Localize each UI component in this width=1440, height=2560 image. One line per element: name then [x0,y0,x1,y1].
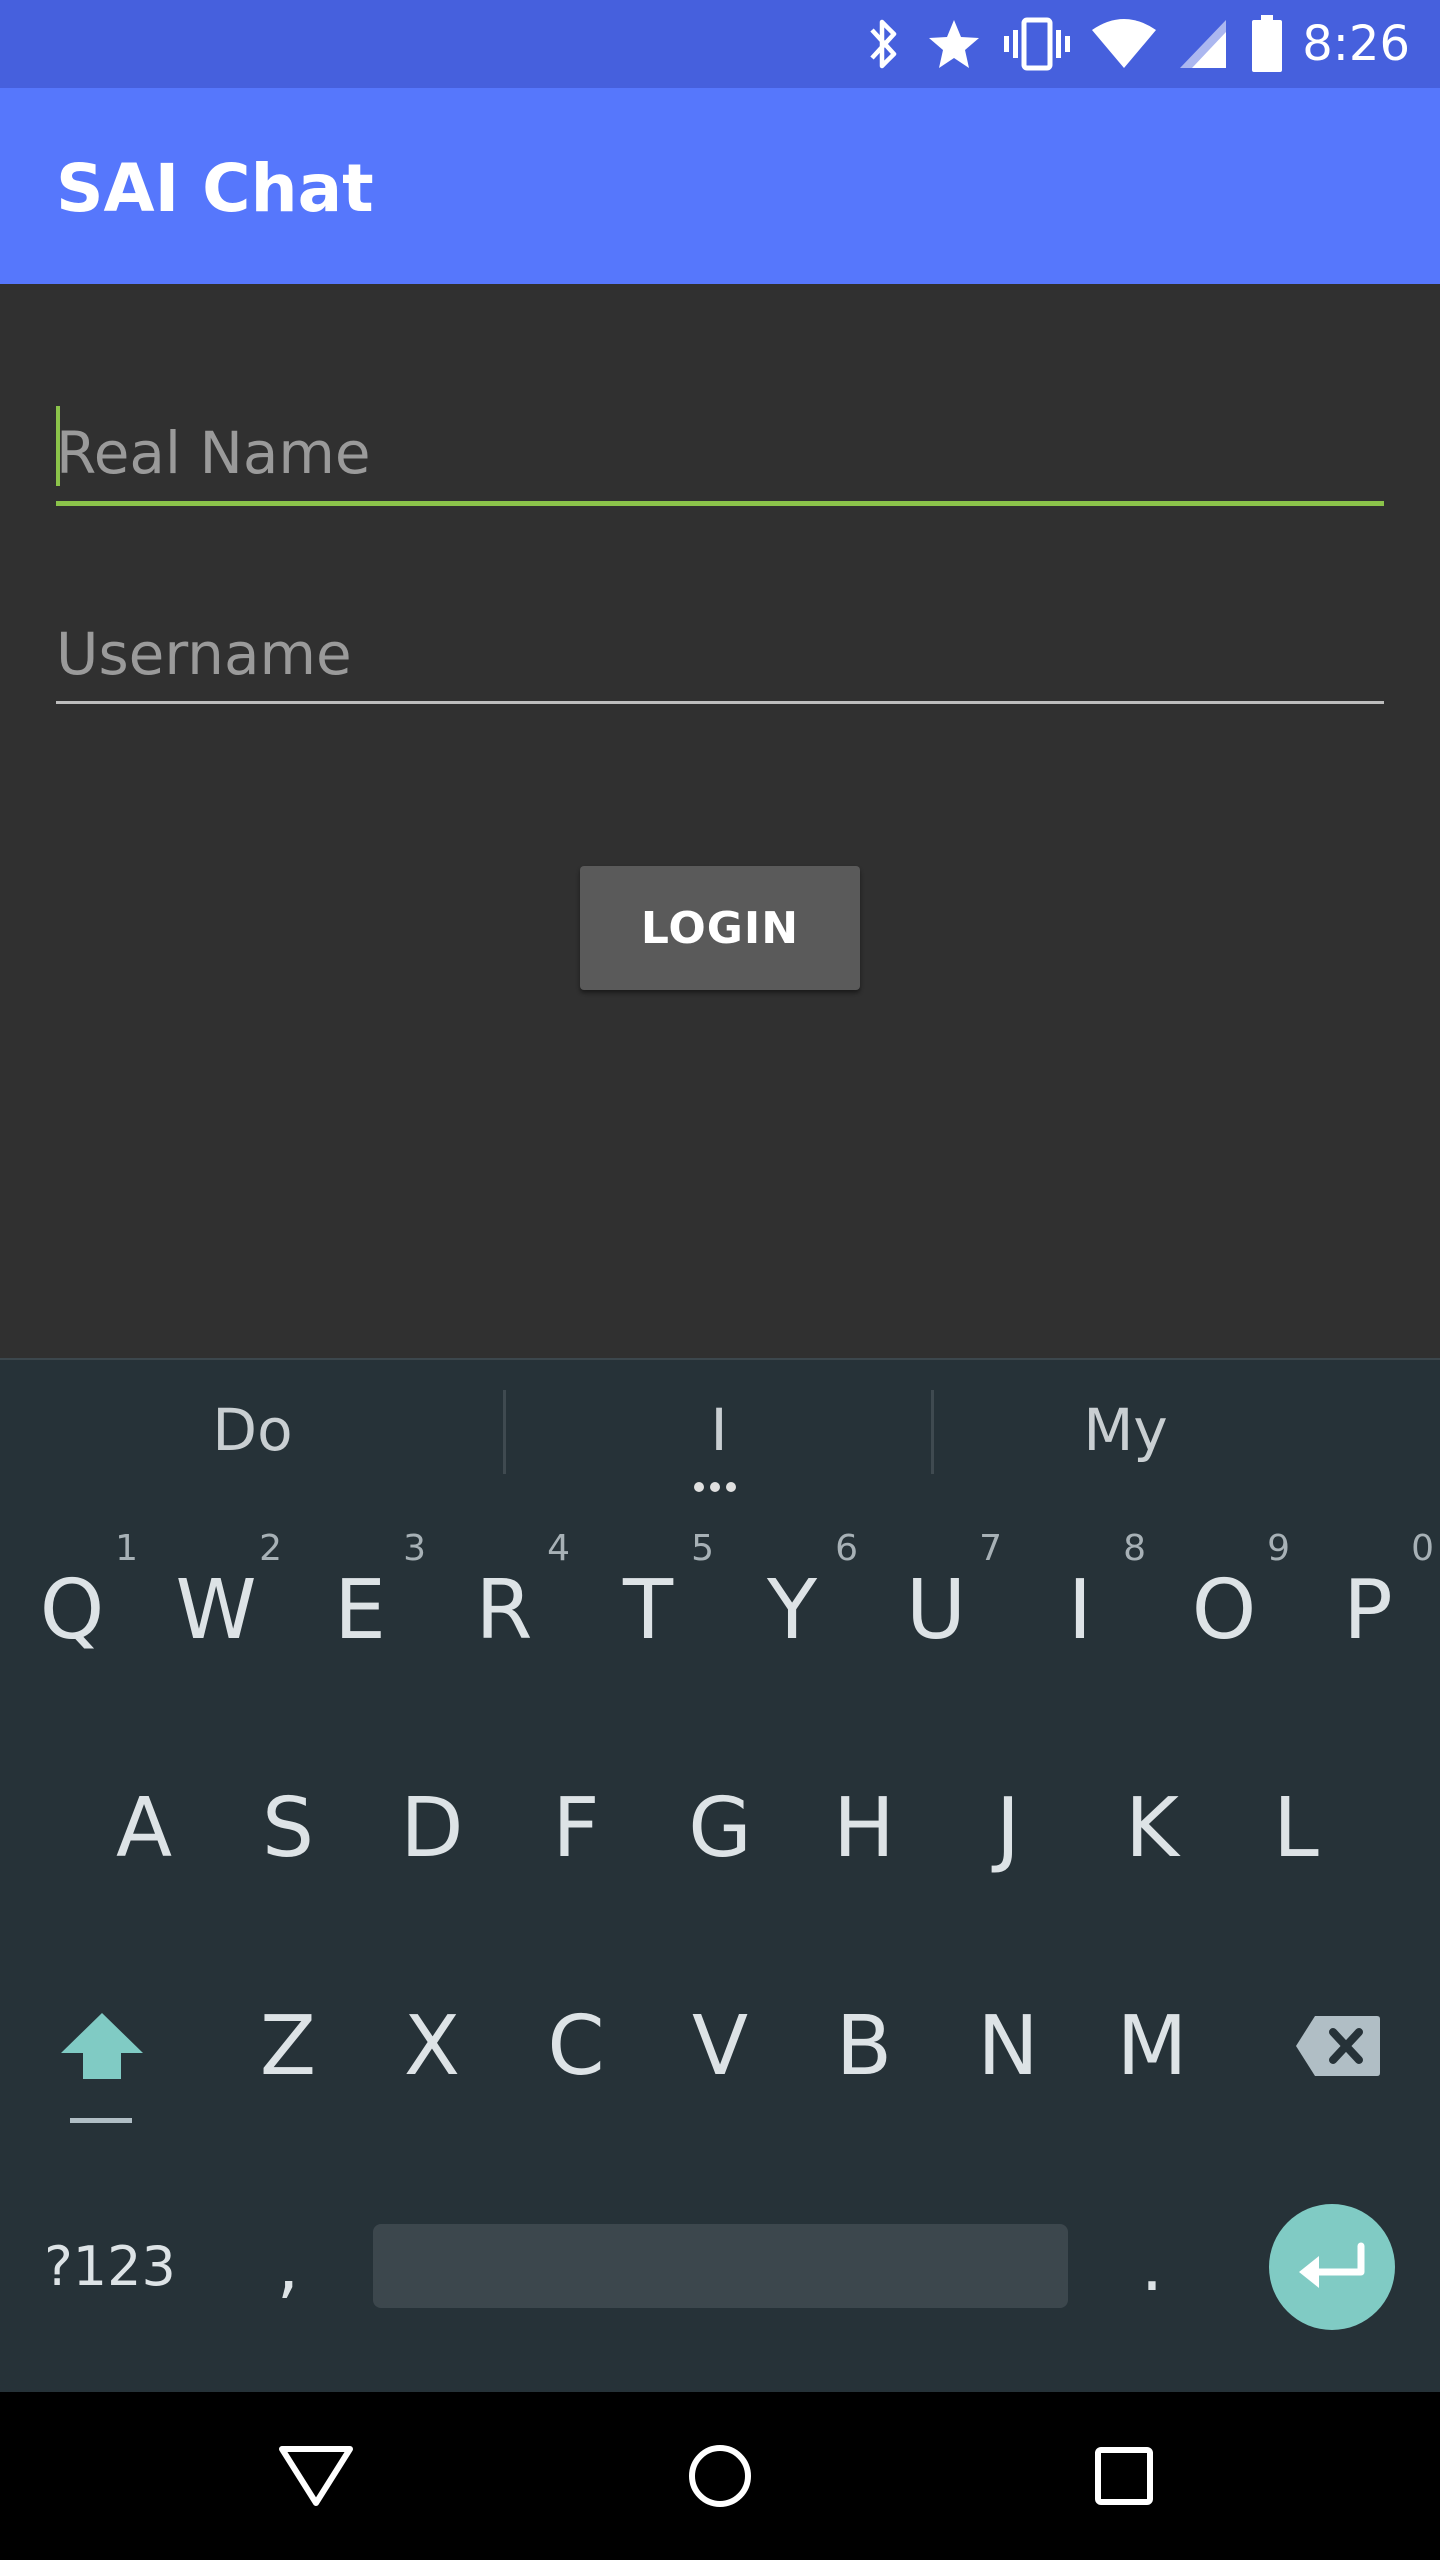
recents-button[interactable] [1074,2426,1174,2526]
key-i[interactable]: I8 [1008,1510,1152,1710]
key-t[interactable]: T5 [576,1510,720,1710]
key-m[interactable]: M [1080,1946,1224,2146]
real-name-field[interactable] [56,400,1384,506]
shift-key[interactable] [30,1946,174,2146]
login-button[interactable]: LOGIN [580,866,860,990]
backspace-icon [1296,2016,1380,2076]
bluetooth-icon [870,19,897,69]
status-bar: 8:26 [0,0,1440,88]
username-underline [56,701,1384,704]
enter-icon [1299,2242,1365,2288]
key-p[interactable]: P0 [1296,1510,1440,1710]
key-w[interactable]: W2 [144,1510,288,1710]
key-x[interactable]: X [360,1946,504,2146]
key-v[interactable]: V [648,1946,792,2146]
suggestion-2[interactable]: I [505,1360,933,1500]
wifi-icon [1092,19,1157,68]
suggestion-1[interactable]: Do [0,1360,505,1500]
backspace-key[interactable] [1266,1946,1410,2146]
real-name-input[interactable] [56,400,1384,506]
battery-icon [1252,15,1283,72]
key-e[interactable]: E3 [288,1510,432,1710]
spacebar[interactable] [373,2224,1068,2308]
recents-icon [1095,2447,1153,2505]
star-icon [929,20,980,68]
clock: 8:26 [1302,16,1410,72]
text-cursor [56,406,60,486]
key-c[interactable]: C [504,1946,648,2146]
home-button[interactable] [670,2426,770,2526]
key-y[interactable]: Y6 [720,1510,864,1710]
shift-icon [61,2013,143,2079]
back-icon [279,2446,353,2506]
key-g[interactable]: G [648,1728,792,1928]
key-d[interactable]: D [360,1728,504,1928]
key-l[interactable]: L [1224,1728,1368,1928]
vibrate-icon [1004,17,1071,71]
dot [726,1482,736,1492]
dot [694,1482,704,1492]
key-r[interactable]: R4 [432,1510,576,1710]
app-title: SAI Chat [56,150,374,227]
shift-indicator [70,2118,132,2123]
comma-key[interactable]: , [216,2166,360,2366]
key-q[interactable]: Q1 [0,1510,144,1710]
username-input[interactable] [56,604,1384,704]
key-k[interactable]: K [1080,1728,1224,1928]
key-z[interactable]: Z [216,1946,360,2146]
more-suggestions-dots[interactable] [694,1482,736,1492]
enter-key[interactable] [1269,2204,1395,2330]
suggestion-3[interactable]: My [933,1360,1318,1500]
username-field[interactable] [56,604,1384,704]
navigation-bar [0,2392,1440,2560]
dot [710,1482,720,1492]
period-key[interactable]: . [1080,2166,1224,2366]
suggestion-bar: Do I My [0,1358,1440,1500]
key-h[interactable]: H [792,1728,936,1928]
key-s[interactable]: S [216,1728,360,1928]
real-name-underline [56,501,1384,506]
key-u[interactable]: U7 [864,1510,1008,1710]
app-bar: SAI Chat [0,88,1440,284]
key-o[interactable]: O9 [1152,1510,1296,1710]
back-button[interactable] [266,2426,366,2526]
key-n[interactable]: N [936,1946,1080,2146]
key-b[interactable]: B [792,1946,936,2146]
symbols-key[interactable]: ?123 [30,2216,190,2316]
cell-signal-icon [1180,20,1227,68]
key-a[interactable]: A [72,1728,216,1928]
key-j[interactable]: J [936,1728,1080,1928]
status-icons [864,15,1284,73]
home-icon [689,2445,751,2507]
key-f[interactable]: F [504,1728,648,1928]
